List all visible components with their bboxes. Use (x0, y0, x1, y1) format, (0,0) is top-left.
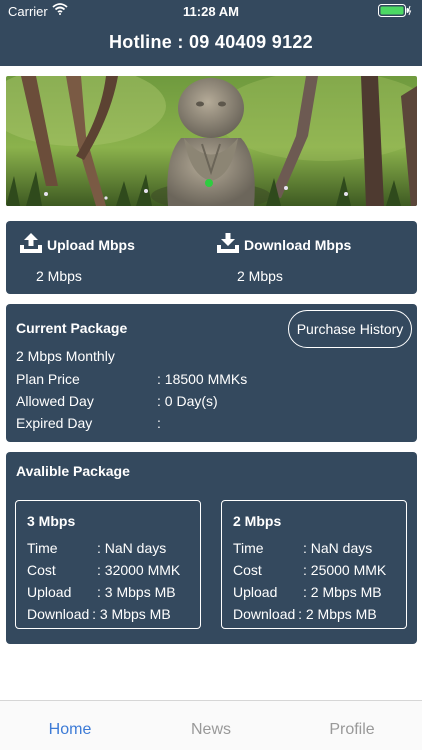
package-upload-value: : 2 Mbps MB (303, 584, 382, 600)
allowed-day-value: : 0 Day(s) (157, 393, 218, 409)
download-column: Download Mbps 2 Mbps (215, 231, 351, 284)
hotline-title: Hotline : 09 40409 9122 (108, 32, 313, 52)
upload-icon (18, 231, 47, 258)
package-upload-value: : 3 Mbps MB (97, 584, 176, 600)
package-time-value: : NaN days (97, 540, 167, 556)
download-icon (215, 231, 244, 258)
upload-label: Upload Mbps (47, 236, 135, 253)
status-bar: Carrier 11:28 AM (0, 0, 422, 22)
allowed-day-row: Allowed Day : 0 Day(s) (16, 393, 218, 409)
carousel-indicator-dot[interactable] (205, 179, 213, 187)
package-download-value: : 2 Mbps MB (298, 606, 377, 622)
package-cost-label: Cost (27, 562, 56, 578)
package-cost-label: Cost (233, 562, 262, 578)
plan-name: 2 Mbps Monthly (16, 348, 115, 364)
current-package-card: Current Package Purchase History 2 Mbps … (6, 304, 417, 442)
package-upload-row: Upload : 2 Mbps MB (233, 584, 382, 600)
package-name: 2 Mbps (233, 513, 282, 529)
battery-icon (378, 4, 412, 20)
tab-bar: Home News Profile (0, 700, 422, 750)
package-time-value: : NaN days (303, 540, 373, 556)
package-time-row: Time : NaN days (233, 540, 372, 556)
plan-price-label: Plan Price (16, 371, 80, 387)
current-package-title: Current Package (16, 320, 128, 336)
package-time-label: Time (27, 540, 58, 556)
download-value: 2 Mbps (237, 268, 283, 284)
package-time-label: Time (233, 540, 264, 556)
available-package-title: Avalible Package (16, 463, 130, 479)
package-cost-value: : 25000 MMK (303, 562, 387, 578)
package-option-2mbps[interactable]: 2 Mbps Time : NaN days Cost : 25000 MMK Up… (221, 500, 407, 629)
package-cost-row: Cost : 25000 MMK (233, 562, 386, 578)
purchase-history-button[interactable]: Purchase History (288, 310, 412, 348)
package-upload-label: Upload (27, 584, 72, 600)
package-cost-row: Cost : 32000 MMK (27, 562, 180, 578)
package-option-3mbps[interactable]: 3 Mbps Time : NaN days Cost : 32000 MMK Up… (15, 500, 201, 629)
package-download-label: Download (233, 606, 296, 622)
banner-carousel[interactable] (6, 76, 417, 206)
expired-day-value: : (157, 415, 161, 431)
package-cost-value: : 32000 MMK (97, 562, 181, 578)
speed-card: Upload Mbps 2 Mbps Download Mbps 2 Mbps (6, 221, 417, 294)
status-time: 11:28 AM (183, 4, 239, 19)
garden-statue-photo (6, 76, 417, 206)
package-upload-label: Upload (233, 584, 278, 600)
top-bar: Carrier 11:28 AM Hotline : 09 40409 9122 (0, 0, 422, 66)
allowed-day-label: Allowed Day (16, 393, 94, 409)
expired-day-row: Expired Day: (16, 415, 161, 431)
expired-day-label: Expired Day (16, 415, 93, 431)
upload-value: 2 Mbps (36, 268, 82, 284)
plan-price-value: : 18500 MMKs (157, 371, 248, 387)
download-label: Download Mbps (244, 236, 352, 253)
tab-home[interactable]: Home (0, 721, 140, 739)
plan-price-row: Plan Price : 18500 MMKs (16, 371, 247, 387)
package-download-value: : 3 Mbps MB (92, 606, 171, 622)
package-download-label: Download (27, 606, 90, 622)
app-screen: Carrier 11:28 AM Hotline : 09 40409 9122… (0, 0, 422, 750)
tab-profile[interactable]: Profile (282, 721, 422, 739)
package-download-row: Download : 2 Mbps MB (233, 606, 377, 622)
package-time-row: Time : NaN days (27, 540, 166, 556)
available-package-card: Avalible Package 3 Mbps Time : NaN days C… (6, 452, 417, 644)
package-name: 3 Mbps (27, 513, 76, 529)
package-upload-row: Upload : 3 Mbps MB (27, 584, 176, 600)
upload-column: Upload Mbps 2 Mbps (18, 231, 135, 284)
package-download-row: Download : 3 Mbps MB (27, 606, 171, 622)
tab-news[interactable]: News (141, 721, 281, 739)
